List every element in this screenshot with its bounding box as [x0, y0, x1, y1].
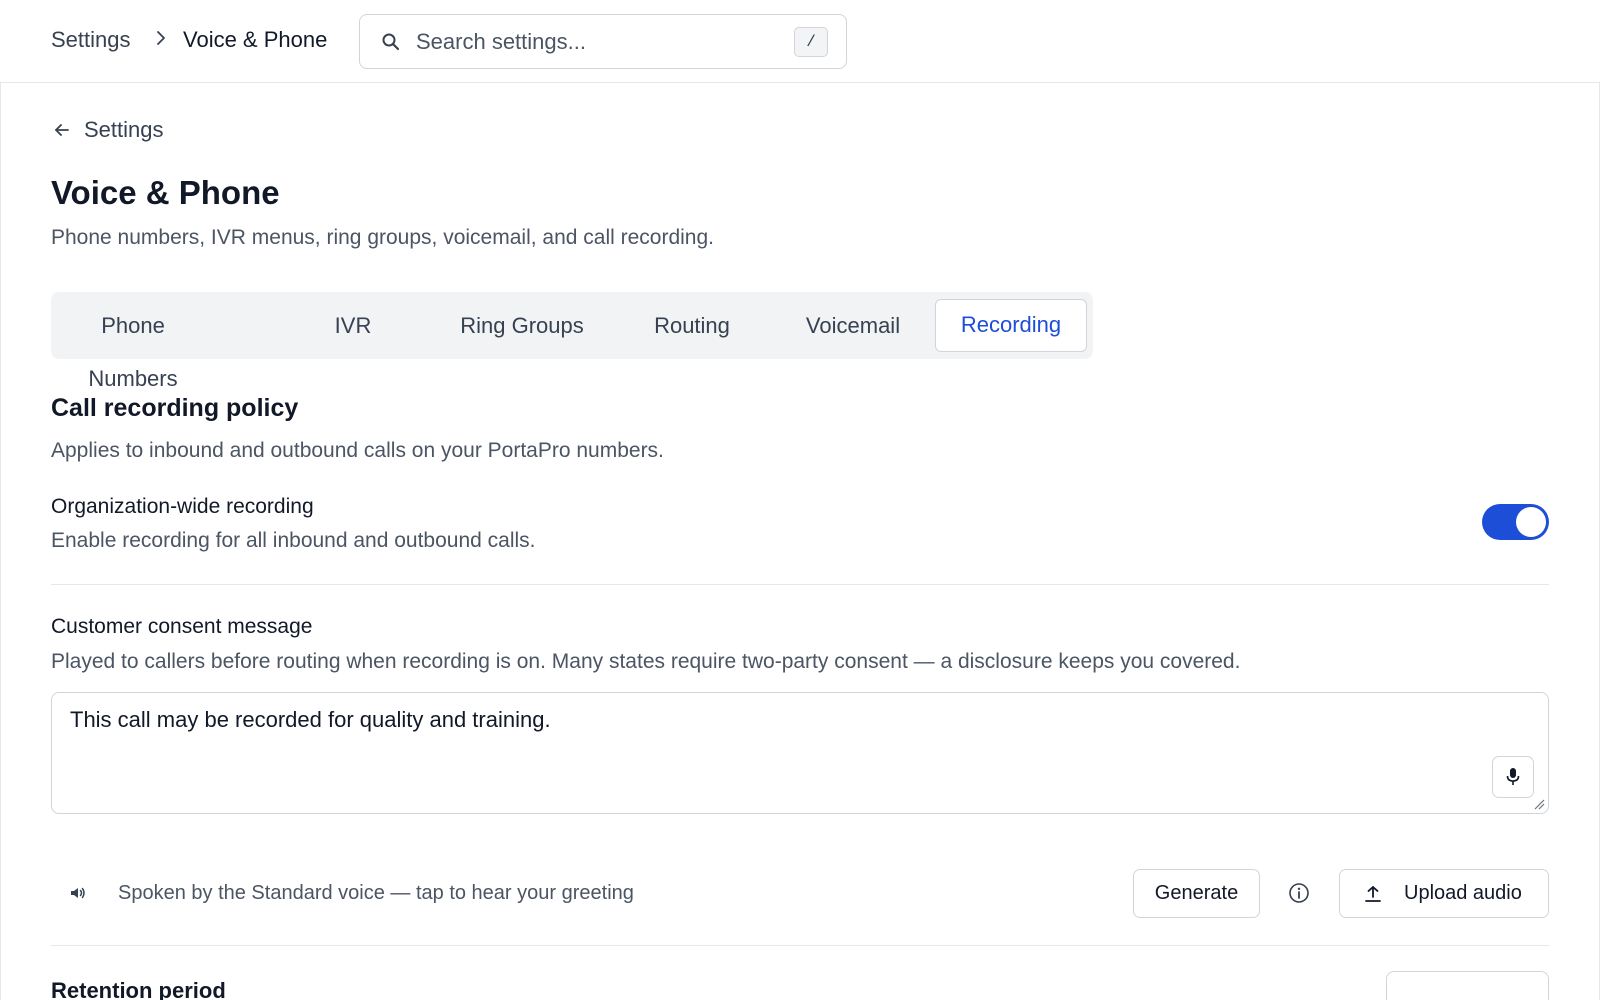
back-link-label: Settings — [84, 117, 164, 142]
divider — [51, 945, 1549, 946]
tab-recording[interactable]: Recording — [935, 299, 1087, 352]
generate-button[interactable]: Generate — [1133, 869, 1260, 918]
breadcrumb-current: Voice & Phone — [183, 27, 328, 52]
play-greeting-link[interactable]: Spoken by the Standard voice — tap to he… — [68, 878, 634, 908]
consent-message-textarea[interactable]: This call may be recorded for quality an… — [70, 705, 1450, 795]
microphone-icon — [1506, 768, 1520, 785]
consent-message-label: Customer consent message — [51, 615, 313, 638]
consent-message-description: Played to callers before routing when re… — [51, 650, 1241, 673]
tab-bar: Phone Numbers IVR Ring Groups Routing Vo… — [51, 292, 1093, 391]
divider — [51, 584, 1549, 585]
org-recording-toggle[interactable] — [1482, 504, 1549, 540]
toggle-knob — [1516, 507, 1546, 537]
speaker-icon — [71, 887, 85, 899]
tab-voicemail[interactable]: Voicemail — [788, 299, 918, 352]
search-input[interactable] — [416, 27, 776, 57]
top-bar: Settings Voice & Phone / — [0, 0, 1600, 83]
section-title: Call recording policy — [51, 394, 299, 422]
breadcrumb-settings-link[interactable]: Settings — [51, 27, 131, 53]
upload-audio-label: Upload audio — [1404, 882, 1522, 904]
tab-phone-numbers[interactable]: Phone Numbers — [59, 299, 207, 391]
section-description: Applies to inbound and outbound calls on… — [51, 439, 664, 462]
page-title: Voice & Phone — [51, 174, 280, 211]
org-recording-description: Enable recording for all inbound and out… — [51, 529, 536, 552]
upload-icon — [1365, 886, 1381, 902]
search-shortcut-key: / — [794, 27, 828, 57]
tab-routing[interactable]: Routing — [637, 299, 747, 352]
tab-ring-groups[interactable]: Ring Groups — [447, 299, 597, 352]
search-icon — [382, 33, 400, 51]
page-subtitle: Phone numbers, IVR menus, ring groups, v… — [51, 226, 714, 249]
back-to-settings-link[interactable]: Settings — [53, 115, 164, 145]
upload-audio-button[interactable]: Upload audio — [1339, 869, 1549, 918]
consent-message-field: This call may be recorded for quality an… — [51, 692, 1549, 814]
search-box[interactable]: / — [359, 14, 847, 69]
resize-handle-icon[interactable] — [1533, 798, 1545, 810]
arrow-left-icon — [55, 124, 69, 136]
info-icon[interactable] — [1288, 882, 1310, 904]
retention-period-select[interactable] — [1386, 971, 1549, 1000]
voice-hint-text: Spoken by the Standard voice — tap to he… — [118, 881, 634, 904]
dictate-button[interactable] — [1492, 756, 1534, 798]
org-recording-label: Organization-wide recording — [51, 495, 314, 518]
retention-period-label: Retention period — [51, 978, 226, 1000]
tab-ivr[interactable]: IVR — [298, 299, 408, 352]
chevron-right-icon — [157, 31, 165, 45]
